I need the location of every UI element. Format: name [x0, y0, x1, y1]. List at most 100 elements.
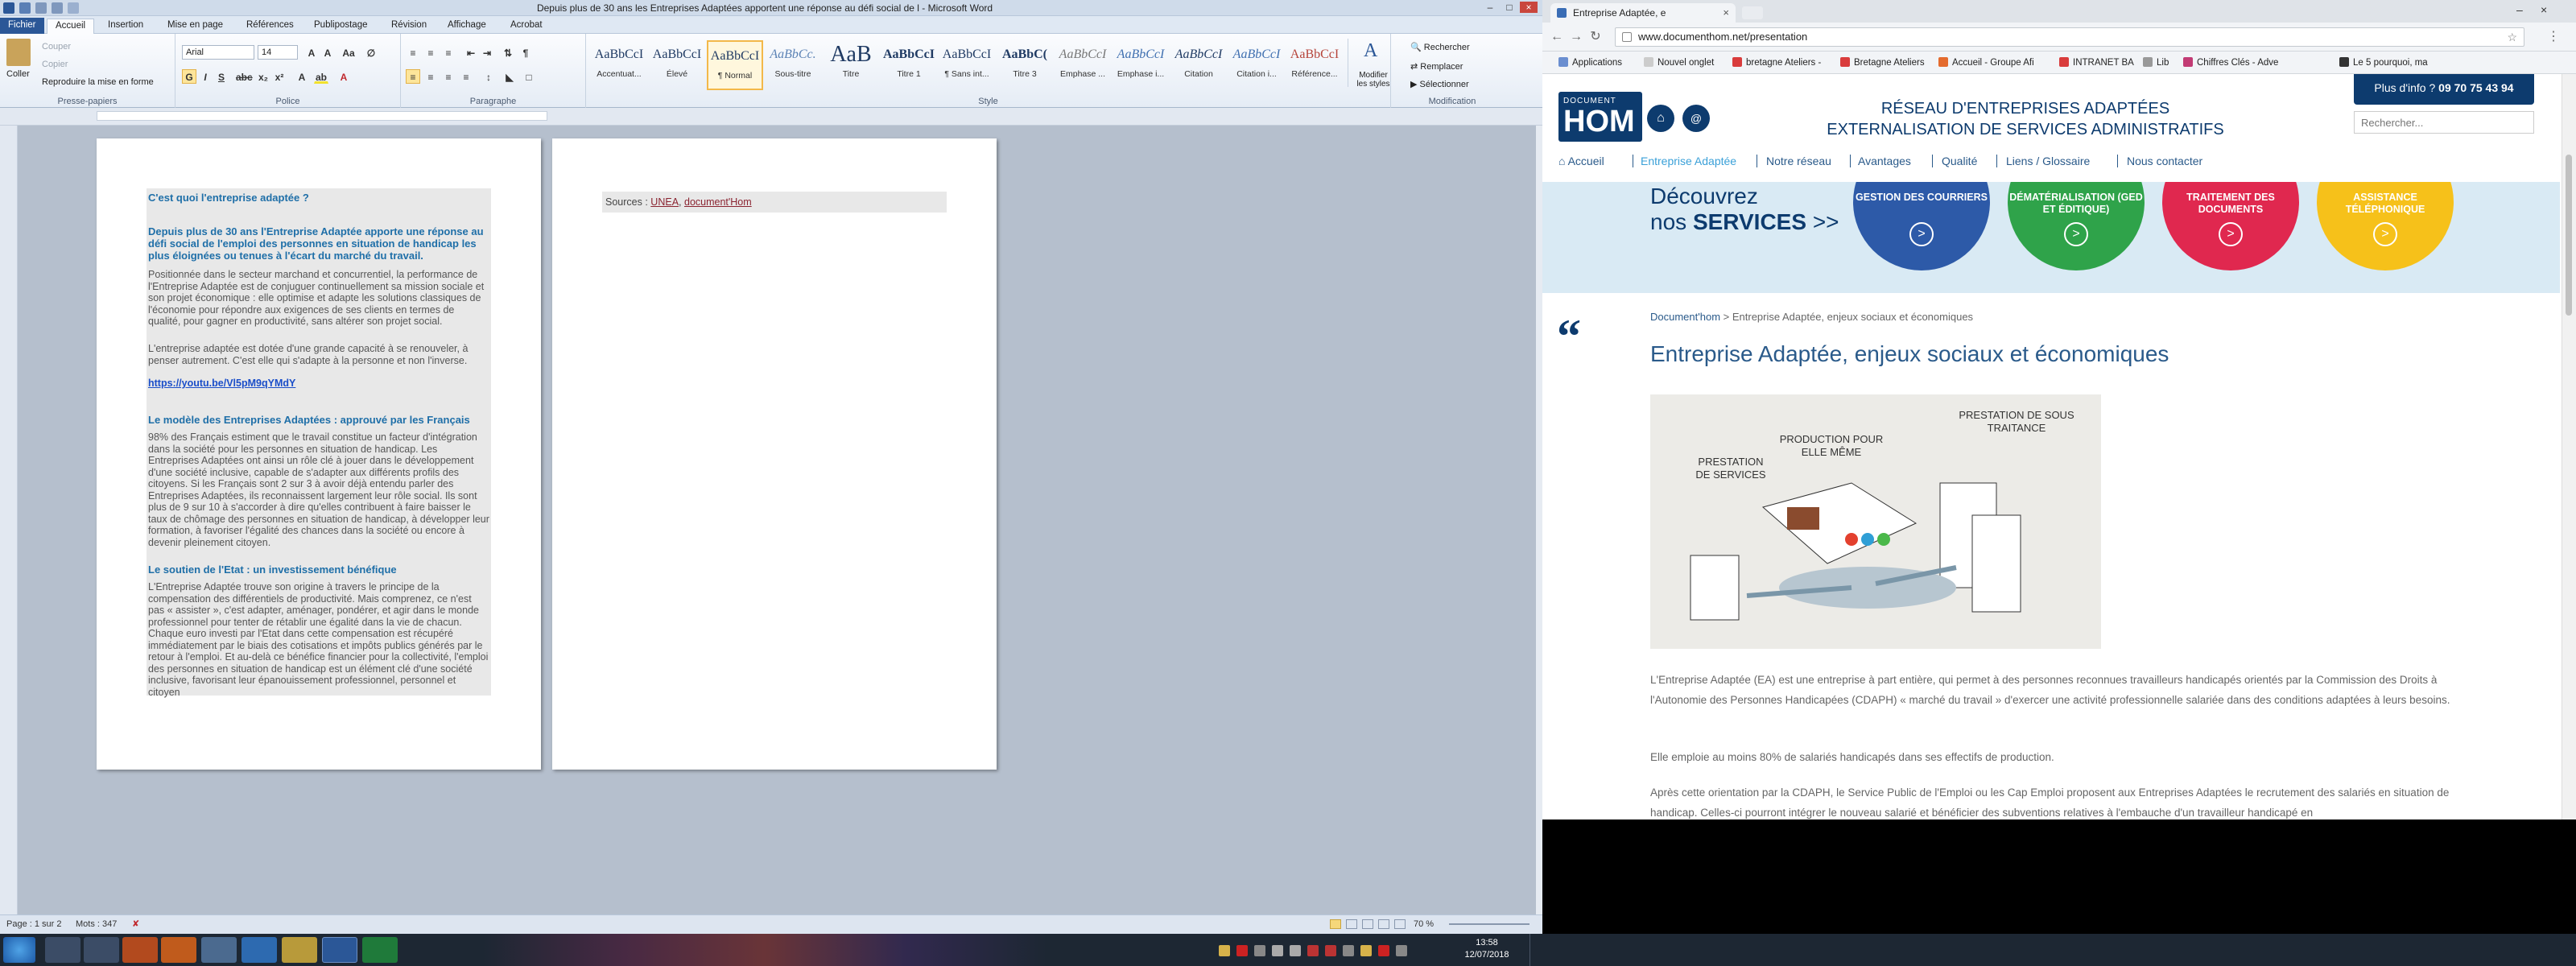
tab-affichage[interactable]: Affichage — [440, 19, 494, 34]
italic-icon[interactable]: I — [198, 69, 213, 84]
site-search-input[interactable] — [2354, 111, 2534, 134]
highlight-icon[interactable]: ab — [314, 69, 328, 84]
change-case-icon[interactable]: Aa — [341, 45, 356, 60]
reload-icon[interactable]: ↻ — [1587, 29, 1604, 45]
save-icon[interactable] — [19, 2, 31, 14]
new-tab-icon[interactable] — [1742, 6, 1763, 19]
taskbar-firefox-icon[interactable] — [122, 937, 158, 963]
outline-view-icon[interactable] — [1378, 919, 1389, 929]
nav-nous-contacter[interactable]: Nous contacter — [2127, 155, 2202, 167]
address-bar[interactable]: www.documenthom.net/presentation ☆ — [1615, 27, 2524, 47]
justify-icon[interactable]: ≡ — [459, 69, 473, 84]
tab-acrobat[interactable]: Acrobat — [502, 19, 551, 34]
network-icon[interactable] — [1272, 945, 1283, 956]
grow-font-icon[interactable]: A — [304, 45, 319, 60]
superscript-icon[interactable]: x² — [272, 69, 287, 84]
service-dematerialisation[interactable]: DÉMATÉRIALISATION (GED ET ÉDITIQUE) > — [2008, 182, 2145, 270]
scroll-thumb[interactable] — [2566, 155, 2572, 316]
bookmark-star-icon[interactable]: ☆ — [2507, 28, 2517, 46]
paste-icon[interactable] — [6, 39, 31, 66]
service-assistance-telephonique[interactable]: ASSISTANCE TÉLÉPHONIQUE > — [2317, 182, 2454, 270]
tab-revision[interactable]: Révision — [383, 19, 435, 34]
style-emphase-pale[interactable]: AaBbCcI Emphase ... — [1055, 40, 1111, 90]
tab-close-icon[interactable]: × — [1723, 3, 1729, 23]
taskbar-ie-icon[interactable] — [242, 937, 277, 963]
zoom-level[interactable]: 70 % — [1414, 915, 1434, 933]
sort-icon[interactable]: ⇅ — [501, 45, 515, 60]
web-layout-view-icon[interactable] — [1362, 919, 1373, 929]
align-left-icon[interactable]: ≡ — [406, 69, 420, 84]
numbering-icon[interactable]: ≡ — [423, 45, 438, 60]
site-logo[interactable]: DOCUMENT HOM — [1558, 92, 1642, 142]
nav-avantages[interactable]: Avantages — [1858, 155, 1911, 167]
tray-icon[interactable] — [1360, 945, 1372, 956]
line-spacing-icon[interactable]: ↕ — [481, 69, 496, 84]
draft-view-icon[interactable] — [1394, 919, 1406, 929]
page-count[interactable]: Page : 1 sur 2 — [6, 915, 62, 933]
cut-button[interactable]: Couper — [42, 42, 71, 52]
source-link-unea[interactable]: UNEA — [650, 196, 679, 208]
underline-icon[interactable]: S — [214, 69, 229, 84]
home-icon[interactable]: ⌂ — [1647, 105, 1674, 132]
tray-icon[interactable] — [1236, 945, 1248, 956]
align-center-icon[interactable]: ≡ — [423, 69, 438, 84]
bookmark-bretagne-ateliers-2[interactable]: Bretagne Ateliers — [1840, 57, 1925, 68]
maximize-icon[interactable]: □ — [1501, 2, 1518, 13]
nav-accueil[interactable]: ⌂ Accueil — [1558, 155, 1604, 167]
borders-icon[interactable]: □ — [522, 69, 536, 84]
style-citation-intense[interactable]: AaBbCcI Citation i... — [1228, 40, 1285, 90]
vertical-ruler[interactable] — [0, 126, 18, 914]
select-button[interactable]: ▶ Sélectionner — [1410, 79, 1469, 89]
tray-icon[interactable] — [1378, 945, 1389, 956]
document-page-1[interactable]: C'est quoi l'entreprise adaptée ? Depuis… — [97, 138, 541, 770]
chrome-close-icon[interactable]: × — [2541, 3, 2547, 16]
taskbar-outlook-icon[interactable] — [161, 937, 196, 963]
style-titre-1[interactable]: AaBbCcI Titre 1 — [881, 40, 937, 90]
close-icon[interactable]: × — [1520, 2, 1538, 13]
service-traitement-documents[interactable]: TRAITEMENT DES DOCUMENTS > — [2162, 182, 2299, 270]
tray-icon[interactable] — [1307, 945, 1319, 956]
style-emphase-intense[interactable]: AaBbCcI Emphase i... — [1113, 40, 1169, 90]
nav-entreprise-adaptee[interactable]: Entreprise Adaptée — [1641, 155, 1736, 167]
style-eleve[interactable]: AaBbCcI Élevé — [649, 40, 705, 90]
undo-icon[interactable] — [35, 2, 47, 14]
redo-icon[interactable] — [52, 2, 63, 14]
word-vertical-scrollbar[interactable] — [1536, 126, 1542, 914]
strikethrough-icon[interactable]: abc — [235, 69, 253, 84]
clock[interactable]: 13:58 12/07/2018 — [1459, 937, 1515, 961]
bookmark-groupe-afi[interactable]: Accueil - Groupe Afi — [1938, 57, 2034, 68]
tab-fichier[interactable]: Fichier — [0, 18, 44, 34]
shading-icon[interactable]: ◣ — [502, 69, 517, 84]
back-icon[interactable]: ← — [1549, 29, 1565, 45]
zoom-slider[interactable] — [1449, 923, 1530, 925]
tab-mise-en-page[interactable]: Mise en page — [159, 19, 231, 34]
taskbar-excel-icon[interactable] — [362, 937, 398, 963]
document-page-2[interactable]: Sources : UNEA, document'Hom — [552, 138, 997, 770]
subscript-icon[interactable]: x₂ — [256, 69, 270, 84]
taskbar-folder-icon[interactable] — [282, 937, 317, 963]
bookmark-bretagne-ateliers-1[interactable]: bretagne Ateliers - — [1732, 57, 1821, 68]
quick-access-customize-icon[interactable] — [68, 2, 79, 14]
font-name-select[interactable]: Arial — [182, 45, 254, 60]
minimize-icon[interactable]: – — [1481, 2, 1499, 13]
style-titre-3[interactable]: AaBbC(Titre 3 — [997, 40, 1053, 90]
tray-icon[interactable] — [1396, 945, 1407, 956]
style-sans-interligne[interactable]: AaBbCcI ¶ Sans int... — [939, 40, 995, 90]
start-button-icon[interactable] — [3, 937, 35, 963]
taskbar-word-icon[interactable] — [322, 937, 357, 963]
reading-view-icon[interactable] — [1346, 919, 1357, 929]
font-color-icon[interactable]: A — [336, 69, 351, 84]
tab-accueil[interactable]: Accueil — [47, 19, 95, 34]
style-sous-titre[interactable]: AaBbCc. Sous-titre — [765, 40, 821, 90]
multilevel-list-icon[interactable]: ≡ — [441, 45, 456, 60]
tab-publipostage[interactable]: Publipostage — [306, 19, 376, 34]
style-normal[interactable]: AaBbCcI ¶ Normal — [707, 40, 763, 90]
chrome-vertical-scrollbar[interactable] — [2562, 74, 2576, 819]
nav-notre-reseau[interactable]: Notre réseau — [1766, 155, 1831, 167]
email-icon[interactable]: @ — [1682, 105, 1710, 132]
bold-icon[interactable]: G — [182, 69, 196, 84]
text-effects-icon[interactable]: A — [295, 69, 309, 84]
proofing-icon[interactable]: ✘ — [132, 915, 139, 933]
service-gestion-courriers[interactable]: GESTION DES COURRIERS > — [1853, 182, 1990, 270]
taskbar-media-icon[interactable] — [84, 937, 119, 963]
